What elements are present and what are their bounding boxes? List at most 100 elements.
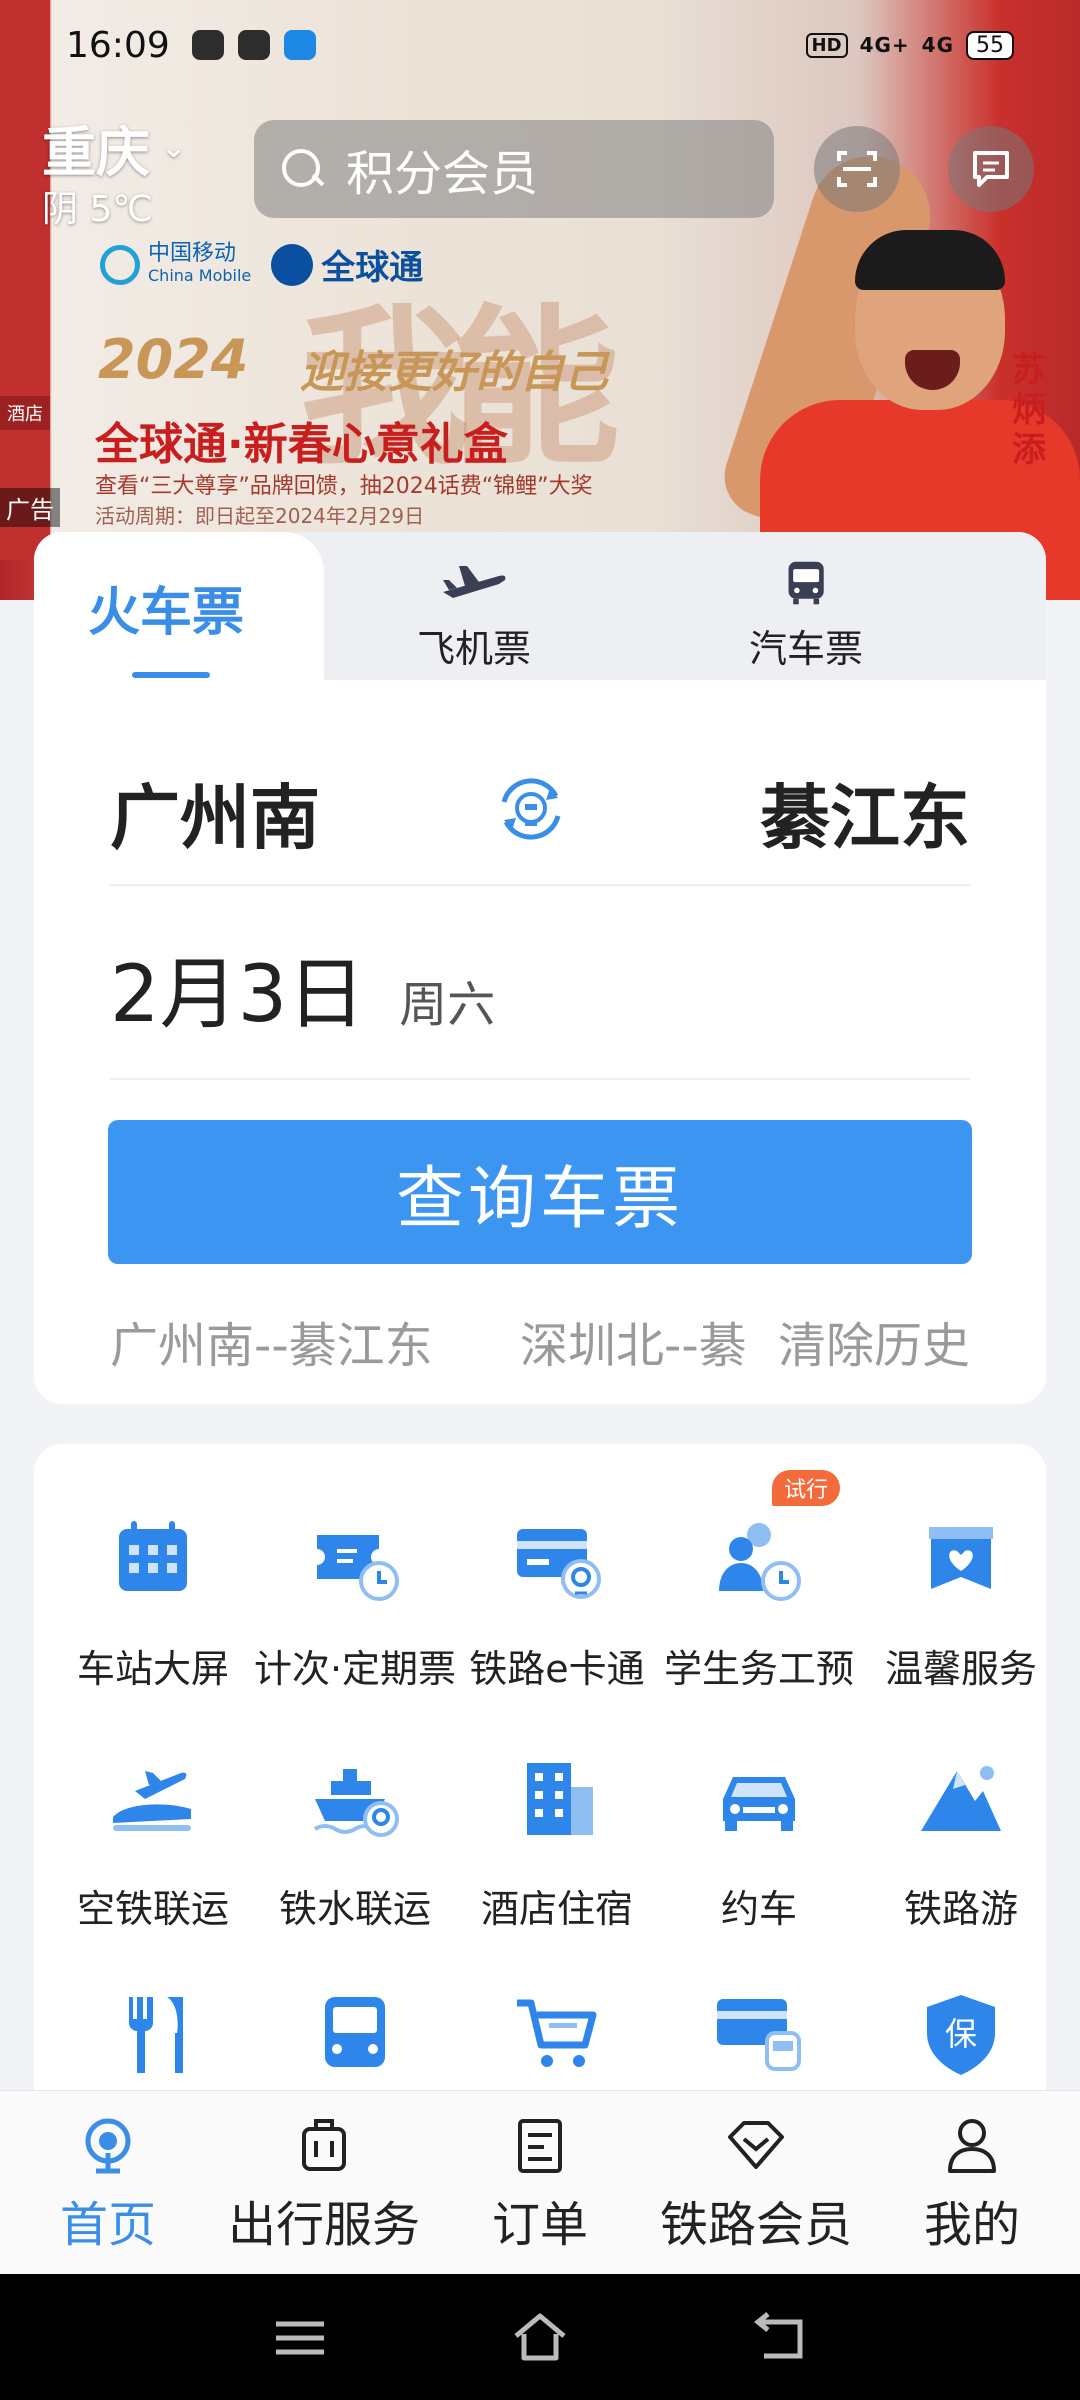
banner-left-tag: 酒店 xyxy=(0,396,50,430)
ticket-card: 火车票 飞机票 汽车票 广州南 綦江东 2月3日 周六 查询车票 广州南--綦江… xyxy=(34,532,1046,1404)
wechat-icon xyxy=(237,30,270,60)
service-label: 铁路游 xyxy=(903,1887,1018,1931)
ticket-clock-icon xyxy=(317,1535,399,1601)
video-app-icon xyxy=(283,30,316,60)
service-periodic-ticket[interactable]: 计次·定期票 xyxy=(250,1504,460,1693)
divider xyxy=(110,884,970,886)
system-nav-bar xyxy=(0,2274,1080,2400)
divider xyxy=(110,1078,970,1080)
service-insurance[interactable]: 保 xyxy=(856,1980,1046,2090)
bus-icon xyxy=(788,561,824,605)
nav-travel-services[interactable]: 出行服务 xyxy=(216,2105,432,2255)
swap-stations-icon[interactable] xyxy=(490,768,572,850)
search-bar[interactable]: 积分会员 xyxy=(254,120,774,218)
service-label: 计次·定期票 xyxy=(253,1647,457,1691)
city-name: 重庆 xyxy=(42,121,150,184)
mountain-icon xyxy=(921,1766,1001,1831)
user-icon xyxy=(948,2119,996,2173)
nav-railway-member[interactable]: 铁路会员 xyxy=(648,2105,864,2255)
people-clock-icon xyxy=(719,1523,801,1601)
insurance-label: 保 xyxy=(945,2015,977,2053)
arrival-station[interactable]: 綦江东 xyxy=(760,762,970,863)
history-item[interactable]: 深圳北--綦 xyxy=(520,1306,770,1376)
banner-headline: 全球通·新春心意礼盒 xyxy=(95,419,508,470)
city-selector[interactable]: 重庆 ⌄ xyxy=(42,108,185,187)
home-icon[interactable] xyxy=(510,2308,570,2368)
service-air-rail[interactable]: 空铁联运 xyxy=(48,1744,258,1933)
scan-icon xyxy=(837,151,877,187)
tab-bus-ticket[interactable]: 汽车票 xyxy=(696,558,916,673)
status-bar: 16:09 HD 4G+ 4G 55 xyxy=(0,0,1080,90)
nav-label: 出行服务 xyxy=(227,2197,420,2253)
banner-year: 2024 xyxy=(98,328,249,391)
heart-box-icon xyxy=(929,1527,993,1589)
cart-icon xyxy=(517,1999,597,2067)
service-label: 空铁联运 xyxy=(76,1887,229,1931)
nav-orders[interactable]: 订单 xyxy=(432,2105,648,2255)
service-railway-ecard[interactable]: 铁路e卡通 xyxy=(452,1504,662,1693)
home-train-icon xyxy=(85,2118,131,2174)
service-ride[interactable]: 约车 xyxy=(654,1744,864,1933)
service-rail-water[interactable]: 铁水联运 xyxy=(250,1744,460,1933)
hd-icon: HD xyxy=(805,32,848,58)
clear-history-button[interactable]: 清除历史 xyxy=(778,1306,970,1376)
services-grid: 试行 车站大屏 计次·定期票 铁路e卡通 学生务工预 温馨服务 空铁联运 铁水联… xyxy=(34,1444,1046,2144)
calendar-grid-icon xyxy=(119,1521,187,1591)
service-label: 学生务工预 xyxy=(663,1647,854,1691)
diamond-icon xyxy=(728,2121,784,2169)
scan-button[interactable] xyxy=(814,126,900,212)
date-selector[interactable]: 2月3日 周六 xyxy=(110,932,495,1044)
nav-home[interactable]: 首页 xyxy=(0,2105,216,2255)
message-button[interactable] xyxy=(948,126,1034,212)
tab-train-label: 火车票 xyxy=(88,583,245,643)
fork-knife-icon xyxy=(129,1997,183,2073)
menu-icon[interactable] xyxy=(270,2308,330,2368)
departure-station[interactable]: 广州南 xyxy=(110,762,320,863)
nav-label: 订单 xyxy=(491,2197,588,2253)
service-bus[interactable] xyxy=(250,1980,460,2090)
banner-period: 活动周期：即日起至2024年2月29日 xyxy=(95,504,425,528)
china-mobile-text: 中国移动 xyxy=(148,240,237,266)
service-label: 铁路e卡通 xyxy=(469,1647,645,1691)
china-mobile-en-text: China Mobile xyxy=(148,265,252,285)
service-caring[interactable]: 温馨服务 xyxy=(856,1504,1046,1693)
tab-train-ticket[interactable]: 火车票 xyxy=(34,532,324,680)
service-hotel[interactable]: 酒店住宿 xyxy=(452,1744,662,1933)
service-catering[interactable] xyxy=(48,1980,258,2090)
service-rail-tour[interactable]: 铁路游 xyxy=(856,1744,1046,1933)
status-time: 16:09 xyxy=(66,24,170,66)
search-history: 广州南--綦江东 深圳北--綦 清除历史 xyxy=(110,1306,970,1376)
service-mall[interactable] xyxy=(452,1980,662,2090)
tab-flight-ticket[interactable]: 飞机票 xyxy=(364,558,584,673)
service-station-screen[interactable]: 车站大屏 xyxy=(48,1504,258,1693)
ticket-tabs: 火车票 飞机票 汽车票 xyxy=(34,532,1046,680)
service-label: 温馨服务 xyxy=(884,1647,1037,1691)
banner-slogan: 迎接更好的自己 xyxy=(300,347,608,398)
tab-active-indicator xyxy=(132,672,210,678)
promo-banner[interactable]: 酒店 中国移动 China Mobile 全球通 我能 2024 迎接更好的自己… xyxy=(0,0,1080,600)
signal-4gplus-icon: 4G+ xyxy=(859,33,910,57)
travel-date: 2月3日 xyxy=(110,950,366,1040)
plane-icon xyxy=(443,566,506,598)
plane-train-icon xyxy=(113,1771,191,1831)
service-label: 酒店住宿 xyxy=(480,1887,633,1931)
battery-icon: 55 xyxy=(966,30,1014,60)
bottom-nav: 首页 出行服务 订单 铁路会员 我的 xyxy=(0,2090,1080,2274)
weather-text: 阴 5℃ xyxy=(42,189,153,230)
service-card-train[interactable] xyxy=(654,1980,864,2090)
back-icon[interactable] xyxy=(750,2308,810,2368)
history-item[interactable]: 广州南--綦江东 xyxy=(110,1306,520,1376)
athlete-hair xyxy=(855,230,1005,290)
ad-label: 广告 xyxy=(0,488,60,527)
china-mobile-logo: 中国移动 China Mobile xyxy=(100,240,252,287)
query-tickets-button[interactable]: 查询车票 xyxy=(108,1120,972,1264)
status-right: HD 4G+ 4G 55 xyxy=(805,30,1014,60)
card-train-2-icon xyxy=(717,1999,801,2071)
luggage-icon xyxy=(302,2119,346,2171)
nav-label: 我的 xyxy=(923,2197,1020,2253)
nav-label: 铁路会员 xyxy=(659,2197,852,2253)
chevron-down-icon: ⌄ xyxy=(162,131,186,164)
route-selector: 广州南 綦江东 xyxy=(110,762,970,862)
nav-mine[interactable]: 我的 xyxy=(864,2105,1080,2255)
service-student-worker[interactable]: 学生务工预 xyxy=(654,1504,864,1693)
